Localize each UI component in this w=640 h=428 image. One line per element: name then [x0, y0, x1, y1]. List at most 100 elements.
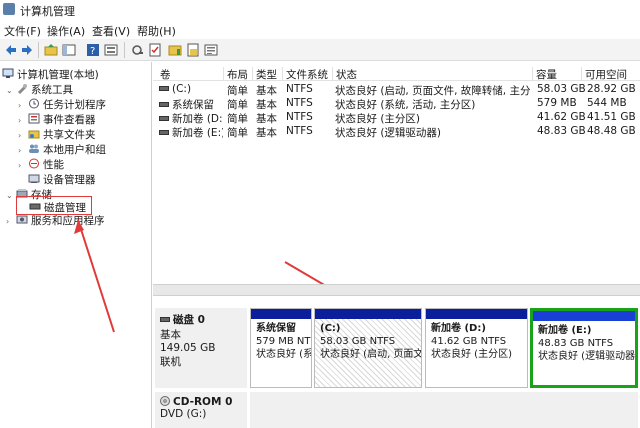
disk-name: CD-ROM 0 — [173, 396, 233, 408]
filesystem-cell: NTFS — [286, 125, 313, 137]
tree-item-task-scheduler[interactable]: › 任务计划程序 — [18, 97, 106, 112]
chevron-down-icon[interactable]: ⌄ — [6, 191, 16, 200]
tree-item-event-viewer[interactable]: › 事件查看器 — [18, 112, 96, 127]
cdrom-0-label[interactable]: CD-ROM 0 DVD (G:) — [155, 392, 247, 428]
show-hide-tree-icon[interactable] — [62, 43, 76, 57]
menu-action[interactable]: 操作(A) — [47, 23, 85, 39]
chevron-right-icon[interactable]: › — [6, 217, 16, 226]
disk-map: 磁盘 0 基本 149.05 GB 联机 系统保留 579 MB NTF 状态良… — [153, 296, 640, 428]
chevron-right-icon[interactable]: › — [18, 101, 28, 110]
chevron-right-icon[interactable]: › — [18, 116, 28, 125]
layout-cell: 简单 — [227, 99, 248, 111]
table-row[interactable]: 新加卷 (D:) 简单 基本 NTFS 状态良好 (主分区) 41.62 GB … — [153, 111, 640, 125]
up-icon[interactable] — [44, 43, 58, 57]
disk-name: 磁盘 0 — [173, 314, 205, 326]
menu-view[interactable]: 查看(V) — [92, 23, 130, 39]
cd-icon — [160, 396, 170, 406]
filesystem-cell: NTFS — [286, 97, 313, 109]
title-bar: 计算机管理 — [0, 0, 640, 20]
layout-cell: 简单 — [227, 85, 248, 97]
free-space-cell: 544 MB — [587, 97, 627, 109]
filesystem-cell: NTFS — [286, 111, 313, 123]
partition-name: (C:) — [320, 323, 341, 334]
help-icon[interactable]: ? — [86, 43, 100, 57]
capacity-cell: 58.03 GB — [537, 83, 586, 95]
check-icon[interactable] — [148, 43, 162, 57]
drive-icon — [159, 130, 169, 135]
column-header[interactable]: 类型 — [252, 67, 277, 81]
type-cell: 基本 — [256, 99, 277, 111]
column-header[interactable]: 状态 — [332, 67, 357, 81]
partition-d[interactable]: 新加卷 (D:) 41.62 GB NTFS 状态良好 (主分区) — [425, 308, 528, 388]
shared-folder-icon — [28, 130, 40, 139]
tree-item-system-tools[interactable]: ⌄ 系统工具 — [6, 82, 73, 97]
folder-icon[interactable] — [168, 43, 182, 57]
chevron-right-icon[interactable]: › — [18, 161, 28, 170]
svg-text:?: ? — [90, 46, 95, 57]
free-space-cell: 41.51 GB — [587, 111, 636, 123]
volume-list-header: 卷 布局 类型 文件系统 状态 容量 可用空间 — [153, 66, 640, 81]
free-space-cell: 48.48 GB — [587, 125, 636, 137]
computer-icon — [2, 68, 14, 78]
capacity-cell: 41.62 GB — [537, 111, 586, 123]
partition-status: 状态良好 (启动, 页面文 — [320, 349, 422, 360]
column-header[interactable]: 容量 — [532, 67, 557, 81]
volume-cell: (C:) — [159, 83, 223, 95]
menu-help[interactable]: 帮助(H) — [137, 23, 176, 39]
annotation-arrow — [74, 219, 115, 333]
device-manager-icon — [28, 174, 40, 183]
volume-cell: 新加卷 (E:) — [159, 125, 223, 140]
forward-icon[interactable] — [20, 43, 34, 57]
window-title: 计算机管理 — [20, 5, 75, 18]
table-row[interactable]: (C:) 简单 基本 NTFS 状态良好 (启动, 页面文件, 故障转储, 主分… — [153, 83, 640, 97]
status-cell: 状态良好 (逻辑驱动器) — [335, 127, 442, 139]
partition-c[interactable]: (C:) 58.03 GB NTFS 状态良好 (启动, 页面文 — [314, 308, 422, 388]
back-icon[interactable] — [4, 43, 18, 57]
tree-item-label: 本地用户和组 — [43, 144, 106, 156]
partition-status: 状态良好 (系 — [256, 349, 312, 360]
tree-item-local-users[interactable]: › 本地用户和组 — [18, 142, 106, 157]
chevron-down-icon[interactable]: ⌄ — [6, 86, 16, 95]
disk-0-label[interactable]: 磁盘 0 基本 149.05 GB 联机 — [155, 308, 247, 388]
column-header[interactable]: 可用空间 — [581, 67, 627, 81]
cdrom-area[interactable] — [250, 392, 638, 428]
partition-size: 579 MB NTF — [256, 336, 312, 347]
export-icon[interactable] — [186, 43, 200, 57]
list-icon[interactable] — [204, 43, 218, 57]
tree-item-performance[interactable]: › 性能 — [18, 157, 64, 172]
chevron-right-icon[interactable]: › — [18, 131, 28, 140]
tree-item-shared-folders[interactable]: › 共享文件夹 — [18, 127, 96, 142]
free-space-cell: 28.92 GB — [587, 83, 636, 95]
tree-root[interactable]: 计算机管理(本地) — [2, 67, 99, 82]
type-cell: 基本 — [256, 85, 277, 97]
pane-splitter[interactable] — [153, 284, 640, 296]
column-header[interactable]: 布局 — [223, 67, 248, 81]
tree-item-device-manager[interactable]: 设备管理器 — [28, 172, 96, 187]
tree-item-label: 性能 — [43, 159, 64, 171]
volume-cell: 新加卷 (D:) — [159, 111, 223, 126]
status-cell: 状态良好 (启动, 页面文件, 故障转储, 主分区) — [335, 85, 530, 97]
chevron-right-icon[interactable]: › — [18, 146, 28, 155]
refresh-icon[interactable] — [130, 43, 144, 57]
status-cell: 状态良好 (系统, 活动, 主分区) — [335, 99, 476, 111]
partition-name: 新加卷 (D:) — [431, 323, 486, 334]
tree-item-label: 事件查看器 — [43, 114, 96, 126]
table-row[interactable]: 新加卷 (E:) 简单 基本 NTFS 状态良好 (逻辑驱动器) 48.83 G… — [153, 125, 640, 139]
tree-item-label: 系统工具 — [31, 84, 73, 96]
users-icon — [29, 144, 39, 153]
disk-icon — [160, 317, 170, 322]
type-cell: 基本 — [256, 113, 277, 125]
table-row[interactable]: 系统保留 简单 基本 NTFS 状态良好 (系统, 活动, 主分区) 579 M… — [153, 97, 640, 111]
column-header[interactable]: 卷 — [157, 67, 171, 81]
drive-icon — [159, 102, 169, 107]
computer-management-icon — [3, 3, 15, 15]
navigation-tree: 计算机管理(本地) ⌄ 系统工具 › 任务计划程序 › 事件查看器 › 共享文件夹 › 本… — [0, 62, 152, 428]
menu-file[interactable]: 文件(F) — [4, 23, 41, 39]
properties-icon[interactable] — [104, 43, 118, 57]
partition-e[interactable]: 新加卷 (E:) 48.83 GB NTFS 状态良好 (逻辑驱动器 — [530, 308, 638, 388]
toolbar: ? — [0, 39, 640, 61]
performance-icon — [29, 158, 39, 169]
partition-name: 系统保留 — [256, 323, 296, 334]
column-header[interactable]: 文件系统 — [282, 67, 328, 81]
partition-system-reserved[interactable]: 系统保留 579 MB NTF 状态良好 (系 — [250, 308, 312, 388]
